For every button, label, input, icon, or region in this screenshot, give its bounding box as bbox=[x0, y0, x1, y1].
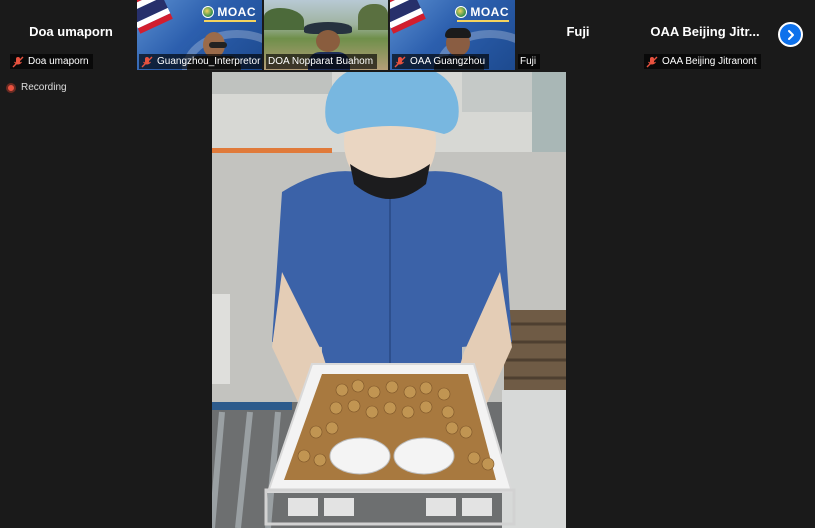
main-video-feed bbox=[212, 72, 566, 528]
participant-display-name: OAA Beijing Jitr... bbox=[650, 24, 760, 39]
participant-label: Fuji bbox=[518, 54, 541, 69]
video-frame-illustration bbox=[212, 72, 566, 528]
participant-strip: Doa umaporn Doa umaporn MOAC Guangzhou_I… bbox=[0, 0, 815, 70]
right-glove bbox=[393, 437, 455, 475]
ceiling-structure bbox=[212, 72, 332, 94]
recording-indicator[interactable]: Recording bbox=[6, 82, 67, 93]
hair-net bbox=[325, 72, 459, 134]
participant-label: Guangzhou_Interpretor bbox=[139, 54, 262, 69]
participant-tile-doa-nopparat-buahom[interactable]: DOA Nopparat Buahom bbox=[264, 0, 388, 70]
participant-head bbox=[316, 30, 340, 52]
participant-label: Doa umaporn bbox=[10, 54, 93, 69]
participant-label-text: Guangzhou_Interpretor bbox=[157, 56, 261, 67]
meeting-window: Doa umaporn Doa umaporn MOAC Guangzhou_I… bbox=[0, 0, 815, 528]
microphone-off-icon bbox=[394, 56, 406, 67]
next-participants-button[interactable] bbox=[778, 22, 803, 47]
microphone-off-icon bbox=[141, 56, 153, 67]
participant-label: OAA Guangzhou bbox=[392, 54, 490, 69]
left-glove bbox=[329, 437, 391, 475]
participant-label-text: OAA Beijing Jitranont bbox=[662, 56, 757, 67]
glasses bbox=[209, 42, 227, 48]
microphone-off-icon bbox=[12, 56, 24, 67]
participant-tile-guangzhou-interpretor[interactable]: MOAC Guangzhou_Interpretor bbox=[137, 0, 262, 70]
participant-tile-oaa-beijing-jitranont[interactable]: OAA Beijing Jitr... OAA Beijing Jitranon… bbox=[642, 0, 768, 70]
participant-tile-fuji[interactable]: Fuji Fuji bbox=[516, 0, 640, 70]
trees bbox=[358, 4, 388, 30]
participant-label: OAA Beijing Jitranont bbox=[644, 54, 761, 69]
side-table bbox=[212, 294, 230, 384]
wooden-pallet bbox=[504, 310, 566, 390]
recording-dot-icon bbox=[6, 82, 16, 93]
participant-label-text: OAA Guangzhou bbox=[410, 56, 486, 67]
participant-label-text: DOA Nopparat Buahom bbox=[268, 56, 374, 67]
participant-label-text: Doa umaporn bbox=[28, 56, 89, 67]
participant-label-text: Fuji bbox=[520, 56, 537, 67]
hair bbox=[445, 28, 471, 38]
recording-label: Recording bbox=[21, 82, 67, 93]
microphone-off-icon bbox=[646, 56, 658, 67]
participant-display-name: Doa umaporn bbox=[29, 24, 113, 39]
participant-label: DOA Nopparat Buahom bbox=[266, 54, 378, 69]
participant-tile-oaa-guangzhou[interactable]: MOAC OAA Guangzhou bbox=[390, 0, 515, 70]
participant-display-name: Fuji bbox=[566, 24, 590, 39]
orange-floor-stripe bbox=[212, 148, 332, 153]
chevron-right-icon bbox=[787, 29, 794, 40]
participant-tile-doa-umaporn[interactable]: Doa umaporn Doa umaporn bbox=[8, 0, 134, 70]
